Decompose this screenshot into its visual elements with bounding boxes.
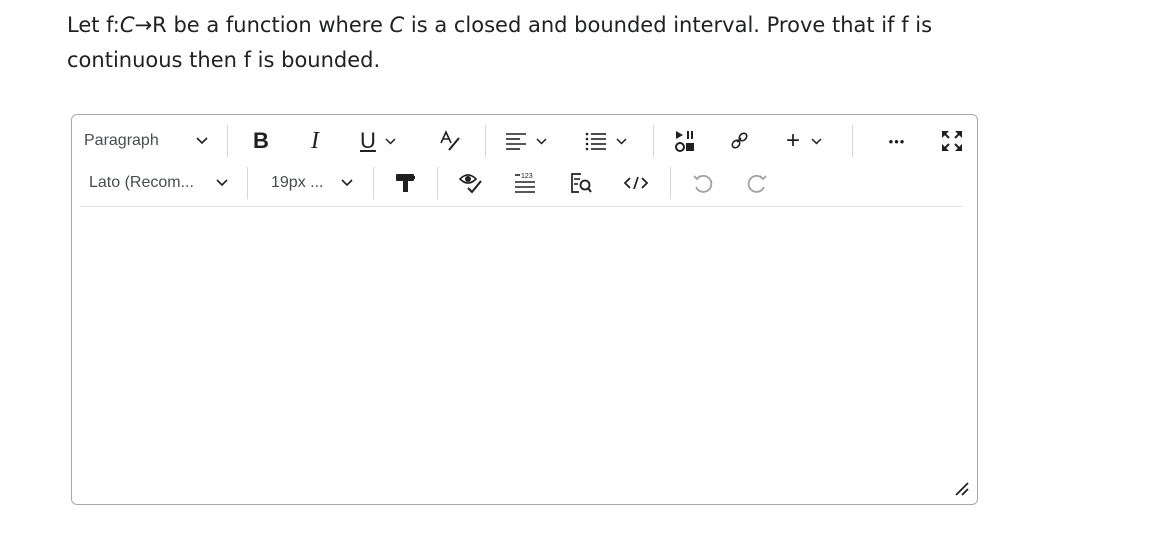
italic-button[interactable]: I (303, 123, 327, 159)
toolbar-divider (227, 125, 228, 157)
chevron-down-icon (385, 137, 396, 145)
underline-icon: U (360, 128, 376, 153)
link-icon (731, 132, 748, 149)
insert-media-button[interactable] (671, 123, 699, 159)
bullet-list-icon (585, 132, 606, 151)
chevron-down-icon (616, 137, 627, 145)
svg-text:123: 123 (521, 173, 533, 180)
paint-roller-icon (396, 174, 415, 192)
paragraph-format-label: Paragraph (84, 132, 159, 149)
text-color-icon (440, 130, 460, 151)
insert-link-button[interactable] (726, 123, 754, 159)
toolbar-divider-line (80, 206, 963, 207)
list-dropdown[interactable] (585, 123, 635, 159)
numbered-equation-icon: 123 (515, 173, 535, 193)
question-segment: R be a function where (152, 13, 390, 37)
fullscreen-icon (942, 131, 962, 151)
editor-content-area[interactable] (80, 211, 963, 496)
toolbar-row-1: Paragraph B I U + ••• (72, 123, 977, 159)
align-left-icon (506, 133, 526, 150)
font-size-dropdown[interactable]: 19px ... (271, 165, 357, 201)
fullscreen-button[interactable] (938, 123, 966, 159)
question-segment: is a closed and bounded interval. Prove … (404, 13, 933, 37)
plus-icon: + (786, 127, 801, 154)
find-replace-button[interactable] (567, 165, 595, 201)
text-color-button[interactable] (436, 123, 464, 159)
rich-text-editor: Paragraph B I U + ••• Lato (Recom... 19p… (71, 114, 978, 505)
toolbar-divider (485, 125, 486, 157)
toolbar-divider (653, 125, 654, 157)
find-replace-icon (571, 173, 592, 193)
toolbar-row-2: Lato (Recom... 19px ... 123 (72, 165, 977, 201)
toolbar-divider (670, 167, 671, 199)
undo-button[interactable] (689, 165, 717, 201)
chevron-down-icon (536, 137, 547, 145)
redo-icon (747, 174, 767, 193)
toolbar-divider (373, 167, 374, 199)
paragraph-format-dropdown[interactable]: Paragraph (84, 123, 219, 159)
format-painter-button[interactable] (391, 165, 419, 201)
code-icon (624, 176, 648, 190)
toolbar-divider (852, 125, 853, 157)
italic-icon: I (311, 127, 319, 154)
resize-handle-icon[interactable] (953, 480, 969, 496)
question-text: Let f:C→R be a function where C is a clo… (67, 8, 1067, 78)
accessibility-check-button[interactable] (456, 165, 486, 201)
math-arrow: → (134, 13, 153, 37)
toolbar-divider (437, 167, 438, 199)
more-actions-button[interactable]: ••• (882, 123, 912, 159)
math-var-c: C (119, 13, 135, 37)
more-icon: ••• (888, 133, 906, 149)
question-line-1: Let f:C→R be a function where C is a clo… (67, 8, 1067, 43)
font-size-label: 19px ... (271, 174, 324, 191)
source-code-button[interactable] (622, 165, 650, 201)
bold-icon: B (253, 128, 269, 153)
question-segment: Let f: (67, 13, 120, 37)
chevron-down-icon (216, 179, 228, 187)
chevron-down-icon (196, 137, 208, 145)
media-icon (675, 131, 694, 152)
toolbar-divider (247, 167, 248, 199)
redo-button[interactable] (743, 165, 771, 201)
align-dropdown[interactable] (505, 123, 555, 159)
question-line-2: continuous then f is bounded. (67, 48, 381, 72)
chevron-down-icon (341, 179, 353, 187)
chevron-down-icon (811, 137, 822, 145)
font-family-label: Lato (Recom... (89, 174, 194, 191)
insert-dropdown[interactable]: + (786, 123, 836, 159)
accessibility-checker-icon (458, 174, 482, 194)
underline-dropdown[interactable]: U (360, 123, 410, 159)
math-var-c: C (389, 13, 405, 37)
equation-button[interactable]: 123 (512, 165, 540, 201)
font-family-dropdown[interactable]: Lato (Recom... (89, 165, 237, 201)
undo-icon (693, 174, 713, 193)
bold-button[interactable]: B (248, 123, 274, 159)
